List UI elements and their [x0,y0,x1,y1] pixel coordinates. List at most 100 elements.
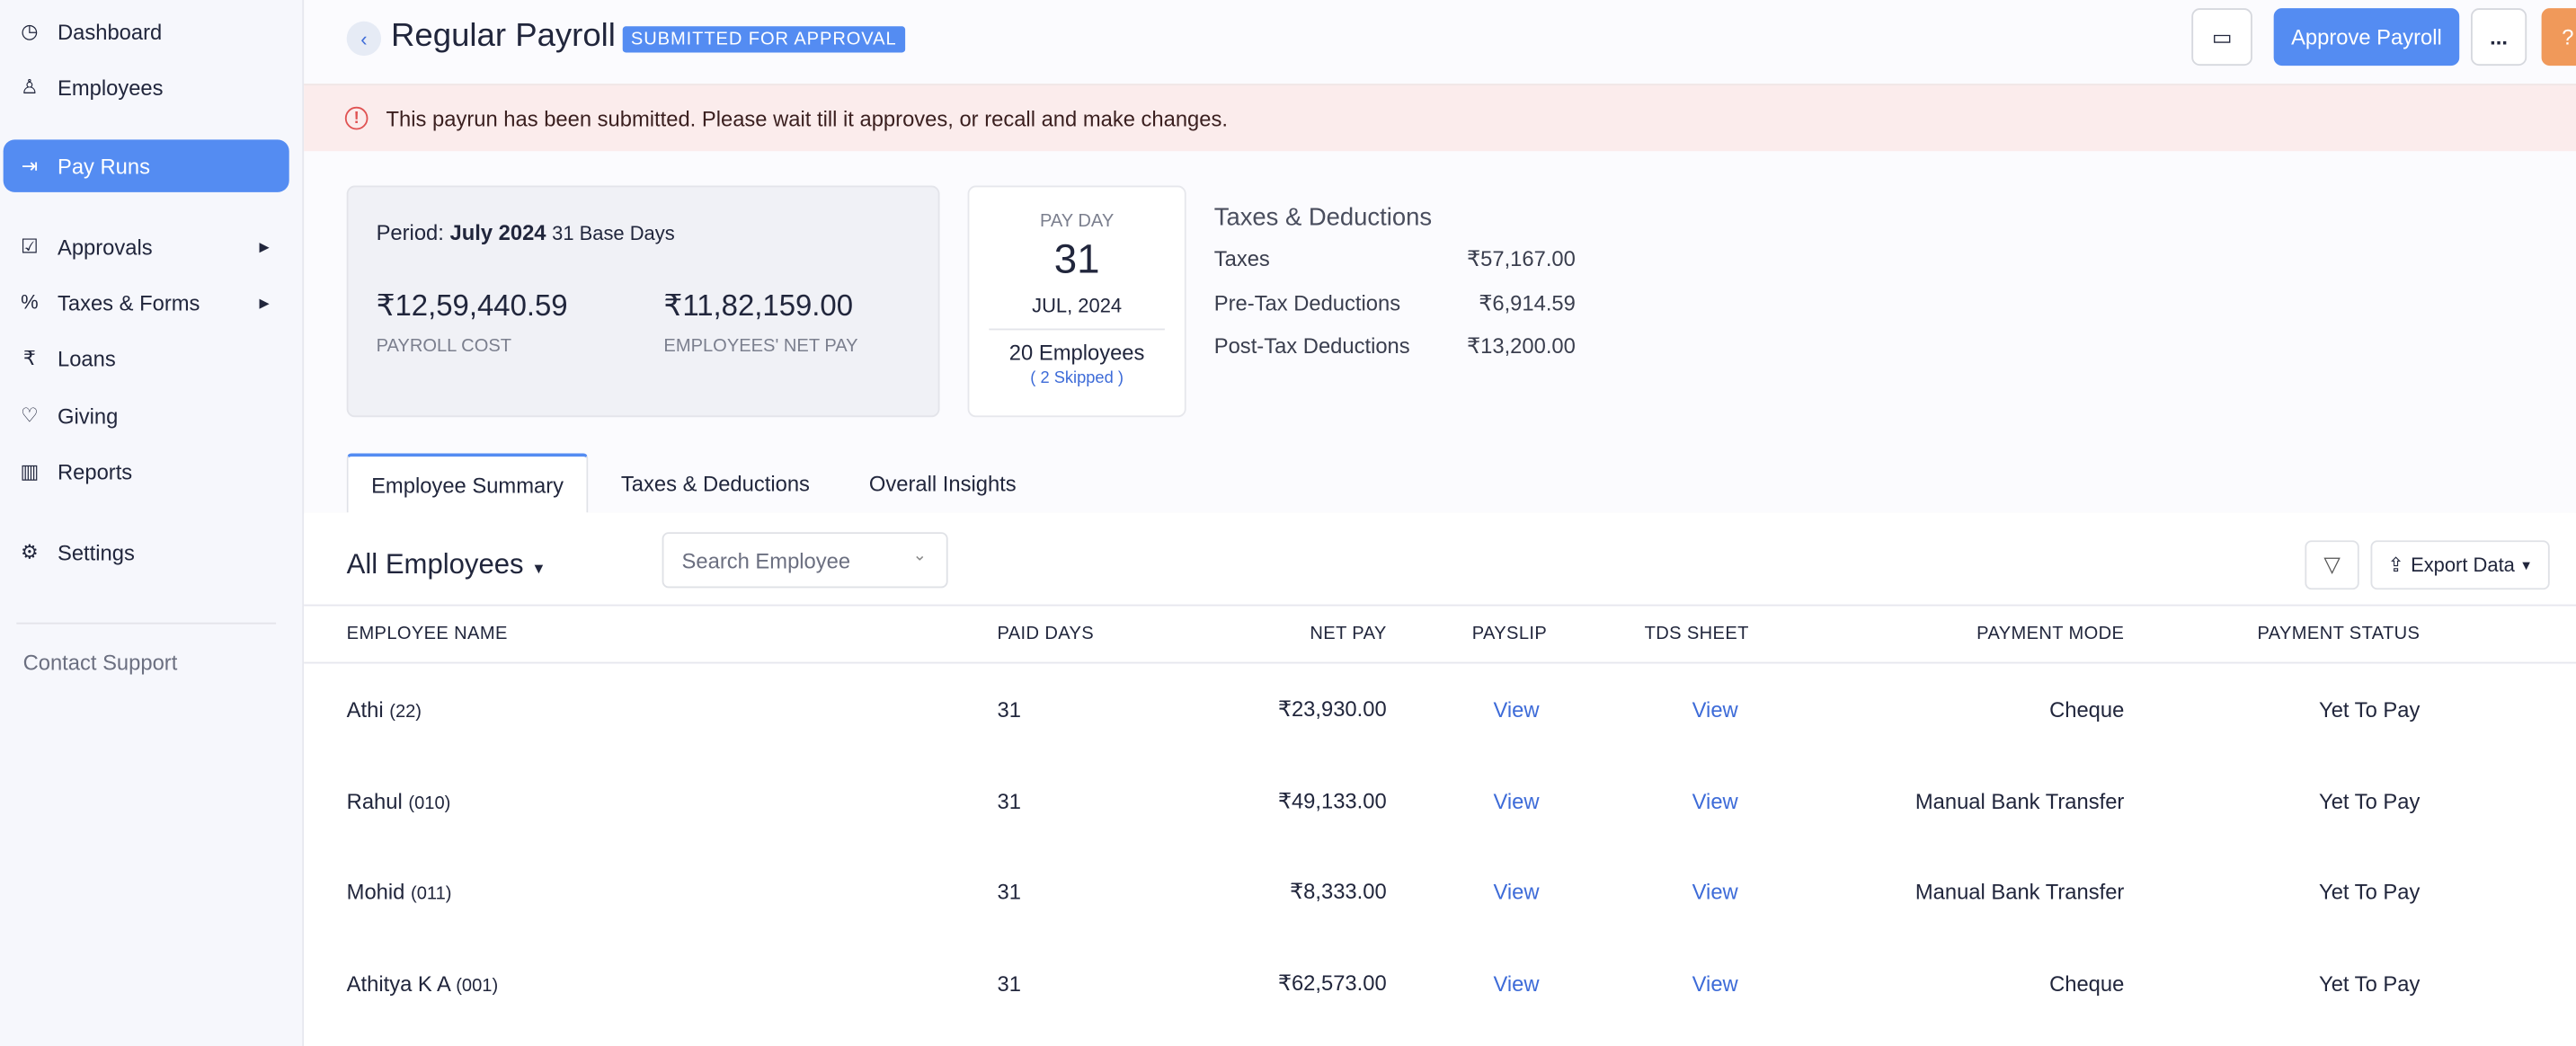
payslip-view-link[interactable]: View [1493,971,1539,996]
sidebar-item-giving[interactable]: ♡ Giving [4,389,289,441]
column-header-payslip: PAYSLIP [1471,624,1548,644]
heart-icon: ♡ [21,403,39,428]
payment-mode: Cheque [2049,971,2125,997]
contact-support-link[interactable]: Contact Support [23,651,178,675]
employee-list: All Employees ▼ Search Employee ⌄ ▽ ⇪ Exp… [304,512,2576,1046]
net-pay: ₹23,930.00 [1277,696,1387,722]
filter-button[interactable]: ▽ [2305,540,2359,590]
tax-row: Post-Tax Deductions ₹13,200.00 [1214,333,1576,377]
tax-value: ₹57,167.00 [1467,246,1576,271]
sidebar-item-pay-runs[interactable]: ⇥ Pay Runs [3,139,289,192]
column-header-paid-days[interactable]: PAID DAYS [997,625,1094,644]
tax-value: ₹13,200.00 [1467,333,1576,359]
tab-taxes-deductions[interactable]: Taxes & Deductions [621,453,810,512]
column-header-net-pay[interactable]: NET PAY [1310,625,1386,644]
payroll-cost-value: ₹12,59,440.59 [376,288,568,323]
net-pay: ₹49,133.00 [1277,787,1387,813]
employee-name[interactable]: Mohid (011) [347,881,452,905]
chevron-left-icon: ‹ [360,27,368,50]
column-header-payment-mode: PAYMENT MODE [1976,624,2125,644]
page-title: Regular Payroll [391,18,616,55]
tax-row: Taxes ₹57,167.00 [1214,246,1576,289]
tab-bar: Employee Summary Taxes & Deductions Over… [304,453,2576,515]
caret-down-icon: ▼ [531,560,546,577]
pay-day-month: JUL, 2024 [1032,294,1123,317]
alert-icon: ! [344,106,369,130]
comment-button[interactable]: ▭ [2191,8,2252,66]
table-row: Rahul (010) 31 ₹49,133.00 View View Manu… [304,755,2576,847]
caret-right-icon: ▶ [259,238,270,254]
tax-label: Pre-Tax Deductions [1213,289,1401,315]
employee-name[interactable]: Athitya K A (001) [347,971,499,996]
tds-sheet-view-link[interactable]: View [1692,697,1738,722]
rupee-icon: ₹ [22,346,36,370]
skipped-link[interactable]: ( 2 Skipped ) [969,369,1184,387]
percent-doc-icon: % [21,290,39,315]
payment-mode: Manual Bank Transfer [1914,788,2125,814]
taxes-deductions-summary: Taxes & Deductions Taxes ₹57,167.00 Pre-Ta… [1214,204,1576,377]
payroll-cost-label: PAYROLL COST [376,336,512,357]
employee-count: 20 Employees [989,328,1165,365]
search-employee-input[interactable]: Search Employee ⌄ [662,532,948,589]
status-badge: SUBMITTED FOR APPROVAL [622,26,905,53]
paid-days: 31 [997,788,1021,814]
tab-employee-summary[interactable]: Employee Summary [346,453,589,515]
payslip-view-link[interactable]: View [1493,697,1539,722]
divider [16,622,277,625]
employee-name[interactable]: Rahul (010) [347,789,451,813]
paid-days: 31 [997,971,1021,997]
payment-mode: Manual Bank Transfer [1914,880,2125,905]
sidebar-item-loans[interactable]: ₹ Loans [4,332,289,384]
tds-sheet-view-link[interactable]: View [1692,881,1738,905]
taxes-title: Taxes & Deductions [1213,203,1433,232]
period: Period: July 2024 31 Base Days [376,219,675,245]
user-icon: ♙ [21,75,39,99]
export-icon: ⇪ [2387,553,2404,577]
net-pay: ₹62,573.00 [1277,971,1387,996]
payslip-view-link[interactable]: View [1493,789,1539,813]
paid-days: 31 [997,696,1021,722]
approve-payroll-button[interactable]: Approve Payroll [2273,8,2460,66]
sidebar-item-employees[interactable]: ♙ Employees [4,61,289,113]
calendar-arrow-icon: ⇥ [21,154,39,178]
column-header-tds-sheet: TDS SHEET [1644,624,1749,644]
dashboard-icon: ◷ [21,19,39,43]
tab-overall-insights[interactable]: Overall Insights [869,453,1017,512]
payment-mode: Cheque [2049,696,2125,722]
caret-down-icon: ▼ [2519,557,2533,572]
checklist-icon: ☑ [21,235,39,258]
column-header-payment-status: PAYMENT STATUS [2257,624,2421,644]
sidebar-item-approvals[interactable]: ☑ Approvals ▶ [4,220,289,272]
pay-day-label: PAY DAY [1039,211,1115,232]
payroll-summary-card: Period: July 2024 31 Base Days ₹12,59,44… [346,185,940,418]
more-options-button[interactable]: ... [2471,8,2527,66]
employee-filter-dropdown[interactable]: All Employees ▼ [347,548,546,581]
back-button[interactable]: ‹ [346,21,382,57]
sidebar-item-dashboard[interactable]: ◷ Dashboard [4,4,289,57]
pay-day-card: PAY DAY 31 JUL, 2024 20 Employees ( 2 Sk… [967,185,1186,418]
tax-value: ₹6,914.59 [1479,289,1576,315]
tds-sheet-view-link[interactable]: View [1692,789,1738,813]
submitted-alert: ! This payrun has been submitted. Please… [304,84,2576,152]
sidebar-item-taxes-forms[interactable]: % Taxes & Forms ▶ [4,276,289,328]
table-row: Athitya K A (001) 31 ₹62,573.00 View Vie… [304,938,2576,1030]
chevron-down-icon: ⌄ [912,546,927,565]
payslip-view-link[interactable]: View [1493,881,1539,905]
report-icon: ▥ [20,459,40,483]
table-row: Mohid (011) 31 ₹8,333.00 View View Manua… [304,847,2576,938]
gear-icon: ⚙ [21,540,39,563]
tds-sheet-view-link[interactable]: View [1692,971,1738,996]
table-row: Athi (22) 31 ₹23,930.00 View View Cheque… [304,663,2576,755]
net-pay: ₹8,333.00 [1290,879,1387,905]
sidebar: ◷ Dashboard ♙ Employees ⇥ Pay Runs ☑ Approva… [0,0,305,1046]
sidebar-item-reports[interactable]: ▥ Reports [4,445,289,497]
sidebar-item-settings[interactable]: ⚙ Settings [4,526,289,578]
tax-label: Post-Tax Deductions [1213,333,1410,359]
help-button[interactable]: ? [2541,8,2576,66]
employee-name[interactable]: Athi (22) [347,697,422,722]
column-header-name[interactable]: EMPLOYEE NAME [347,625,508,644]
caret-right-icon: ▶ [259,295,270,310]
net-pay-label: EMPLOYEES' NET PAY [663,336,858,357]
export-data-button[interactable]: ⇪ Export Data ▼ [2370,540,2550,590]
comment-icon: ▭ [2211,23,2233,49]
